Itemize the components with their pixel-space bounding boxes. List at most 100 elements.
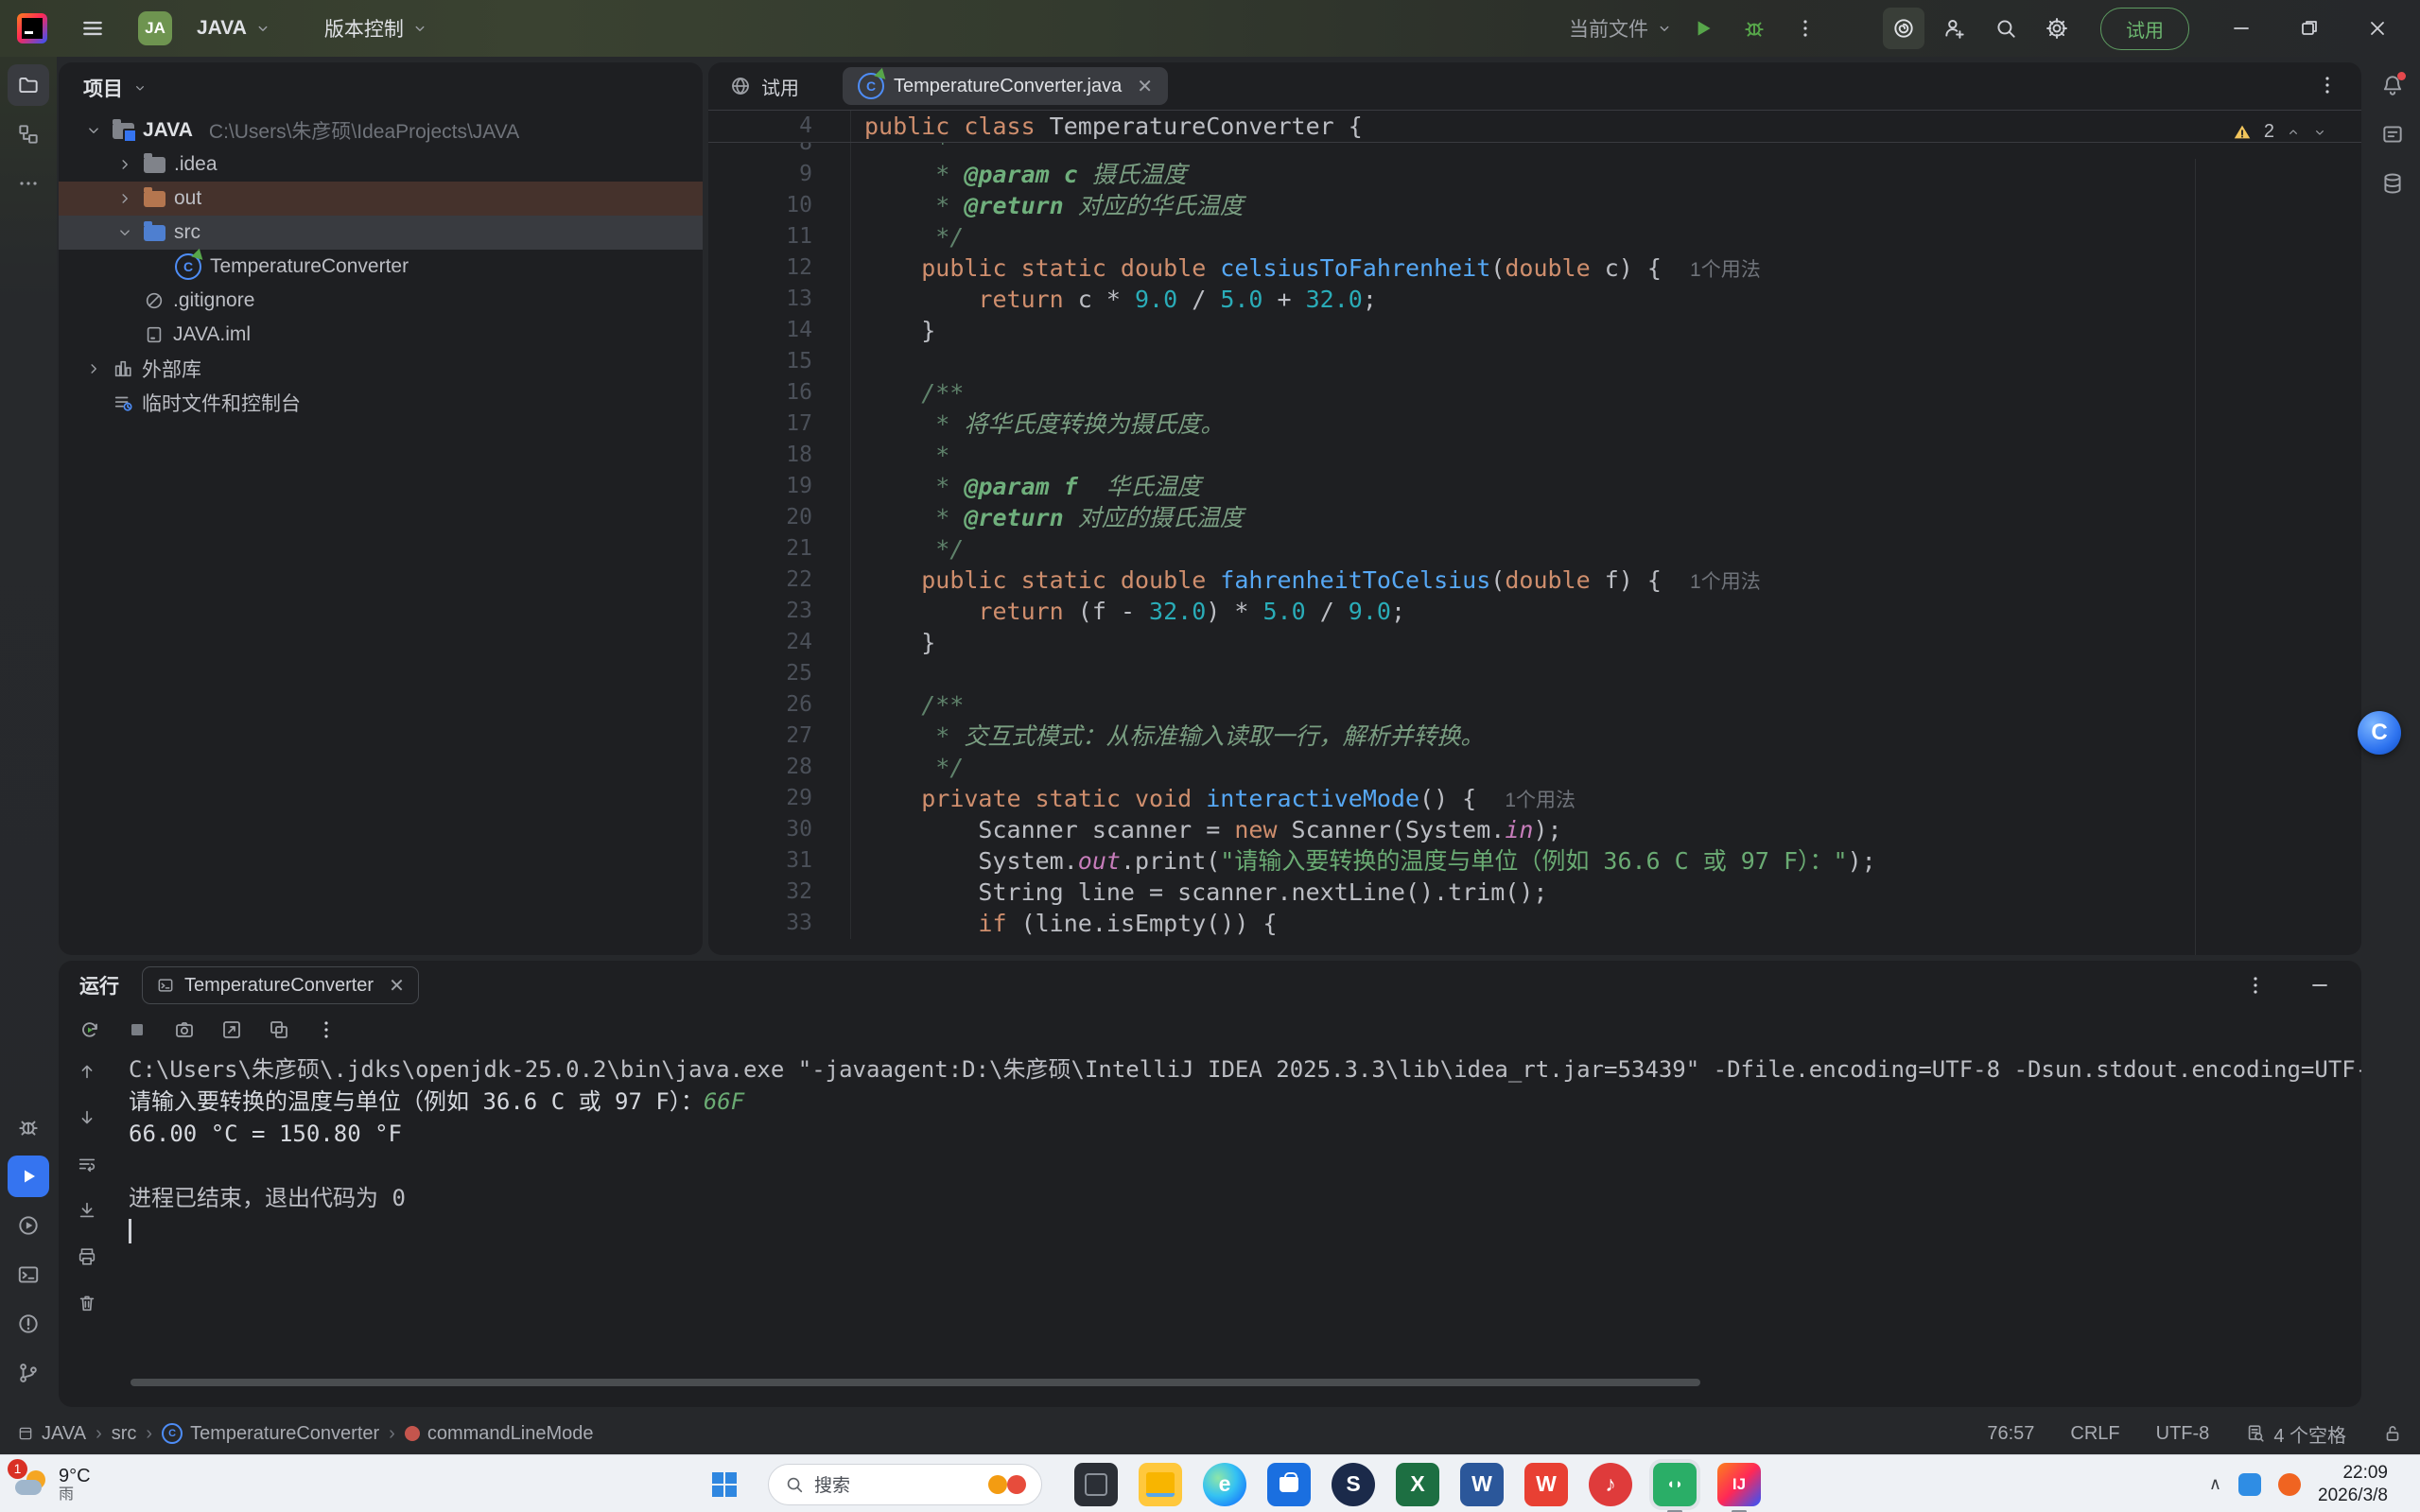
tree-item-java[interactable]: JAVAC:\Users\朱彦硕\IdeaProjects\JAVA [59,113,703,148]
stop-button[interactable] [121,1014,153,1046]
tree-chevron-icon[interactable] [83,122,104,139]
print-button[interactable] [71,1241,103,1273]
structure-tool-button[interactable] [8,113,49,155]
debug-button[interactable] [1733,8,1775,49]
chevron-down-icon[interactable] [132,80,148,96]
taskbar-app-wps[interactable]: W [1524,1463,1568,1506]
terminal-tool-button[interactable] [8,1254,49,1295]
database-tool-button[interactable] [2372,163,2413,204]
taskbar-app-music[interactable]: ♪ [1589,1463,1632,1506]
hide-run-panel-button[interactable] [2299,965,2341,1006]
encoding-indicator[interactable]: UTF-8 [2156,1423,2210,1445]
trash-button[interactable] [71,1287,103,1319]
tree-item-[interactable]: 临时文件和控制台 [59,386,703,420]
breadcrumb-java[interactable]: JAVA [17,1423,86,1445]
tree-item-javaiml[interactable]: JAVA.iml [59,318,703,352]
close-tab-icon[interactable]: ✕ [1137,75,1153,98]
left-tool-stripe [0,57,57,1409]
prev-warning-icon[interactable] [2286,125,2301,140]
tab-temperatureconverter-java[interactable]: C TemperatureConverter.java ✕ [843,67,1168,105]
caret-position[interactable]: 76:57 [1987,1423,2034,1445]
close-tab-icon[interactable]: ✕ [389,974,405,998]
run-tab-temperatureconverter[interactable]: TemperatureConverter ✕ [142,966,419,1004]
code-with-me-button[interactable] [1934,8,1976,49]
taskbar-app-edge[interactable]: e [1203,1463,1246,1506]
search-everywhere-button[interactable] [1985,8,2027,49]
search-highlight-icon [988,1475,1007,1494]
indent-indicator[interactable]: 4 个空格 [2245,1420,2346,1448]
breadcrumb-src[interactable]: src [112,1423,137,1445]
run-config-selector[interactable]: 当前文件 [1569,14,1673,43]
taskbar-app-wechat[interactable]: ◖◗ [1653,1463,1697,1506]
tree-chevron-icon[interactable] [114,156,135,173]
console-horizontal-scrollbar[interactable] [131,1379,1700,1386]
main-menu-button[interactable] [72,8,113,49]
run-console[interactable]: C:\Users\朱彦硕\.jdks\openjdk-25.0.2\bin\ja… [115,1050,2361,1399]
bell-tool-button[interactable] [2372,64,2413,106]
taskbar-app-idea[interactable]: IJ [1717,1463,1761,1506]
trial-badge-button[interactable]: 试用 [2100,8,2189,50]
layers-button[interactable] [263,1014,295,1046]
tree-item-out[interactable]: out [59,182,703,216]
open-in-button[interactable] [216,1014,248,1046]
idea-window: JA JAVA 版本控制 当前文件 试用 [0,0,2420,1512]
file-lock-indicator[interactable] [2382,1423,2403,1444]
ai-assistant-button[interactable] [1883,8,1924,49]
scroll-end-button[interactable] [71,1194,103,1226]
more-actions-button[interactable] [1785,8,1826,49]
run-panel-options-button[interactable] [2235,965,2276,1006]
line-ending-indicator[interactable]: CRLF [2070,1423,2119,1445]
tree-chevron-icon[interactable] [114,190,135,207]
next-warning-icon[interactable] [2312,125,2327,140]
settings-button[interactable] [2036,8,2078,49]
tray-qq-icon[interactable] [2238,1473,2261,1496]
weather-widget[interactable]: 1 9°C 雨 [0,1466,155,1503]
tree-item-gitignore[interactable]: .gitignore [59,284,703,318]
ai-card-tool-button[interactable] [2372,113,2413,155]
taskbar-search[interactable]: 搜索 [768,1464,1042,1505]
run-tool-button[interactable] [8,1156,49,1197]
tree-chevron-icon[interactable] [114,224,135,241]
start-button[interactable] [704,1464,745,1505]
tree-chevron-icon[interactable] [83,360,104,377]
arrow-down-button[interactable] [71,1102,103,1134]
tab-trial[interactable]: 试用 [729,73,799,100]
taskbar-app-file-explorer[interactable] [1139,1463,1182,1506]
problems-tool-button[interactable] [8,1303,49,1345]
tree-item-[interactable]: 外部库 [59,352,703,386]
minimize-button[interactable] [2212,8,2271,49]
tray-app-icon[interactable] [2278,1473,2301,1496]
services-tool-button[interactable] [8,1205,49,1246]
folder-tool-button[interactable] [8,64,49,106]
maximize-button[interactable] [2280,8,2339,49]
vcs-tool-button[interactable] [8,1352,49,1394]
tree-item-temperatureconverter[interactable]: CTemperatureConverter [59,250,703,284]
camera-button[interactable] [168,1014,200,1046]
system-tray: ∧ 22:09 2026/3/8 [2209,1455,2388,1512]
taskbar-app-dark-app[interactable] [1074,1463,1118,1506]
debug-tool-button[interactable] [8,1106,49,1148]
project-selector[interactable]: JAVA [197,17,271,40]
tree-item-src[interactable]: src [59,216,703,250]
arrow-up-button[interactable] [71,1055,103,1087]
breadcrumb-commandlinemode[interactable]: commandLineMode [405,1423,594,1445]
tray-expand-button[interactable]: ∧ [2209,1474,2221,1494]
breadcrumb-temperatureconverter[interactable]: CTemperatureConverter [162,1423,379,1445]
inspection-widget[interactable]: 2 [2232,121,2327,143]
close-button[interactable] [2348,8,2407,49]
taskbar-app-store[interactable] [1267,1463,1311,1506]
tree-item-idea[interactable]: .idea [59,148,703,182]
taskbar-app-navy-app[interactable]: S [1332,1463,1375,1506]
taskbar-app-excel[interactable]: X [1396,1463,1439,1506]
vcs-widget[interactable]: 版本控制 [324,14,428,43]
kebab-button[interactable] [310,1014,342,1046]
rerun-button[interactable] [74,1014,106,1046]
soft-wrap-button[interactable] [71,1148,103,1180]
code-editor[interactable]: 4 public class TemperatureConverter { 8 … [708,111,2361,955]
more-dots-tool-button[interactable] [8,163,49,204]
taskbar-clock[interactable]: 22:09 2026/3/8 [2318,1462,2388,1507]
run-button[interactable] [1682,8,1724,49]
editor-options-button[interactable] [2316,74,2339,96]
ai-assistant-floating-button[interactable]: C [2358,711,2401,755]
taskbar-app-word[interactable]: W [1460,1463,1504,1506]
